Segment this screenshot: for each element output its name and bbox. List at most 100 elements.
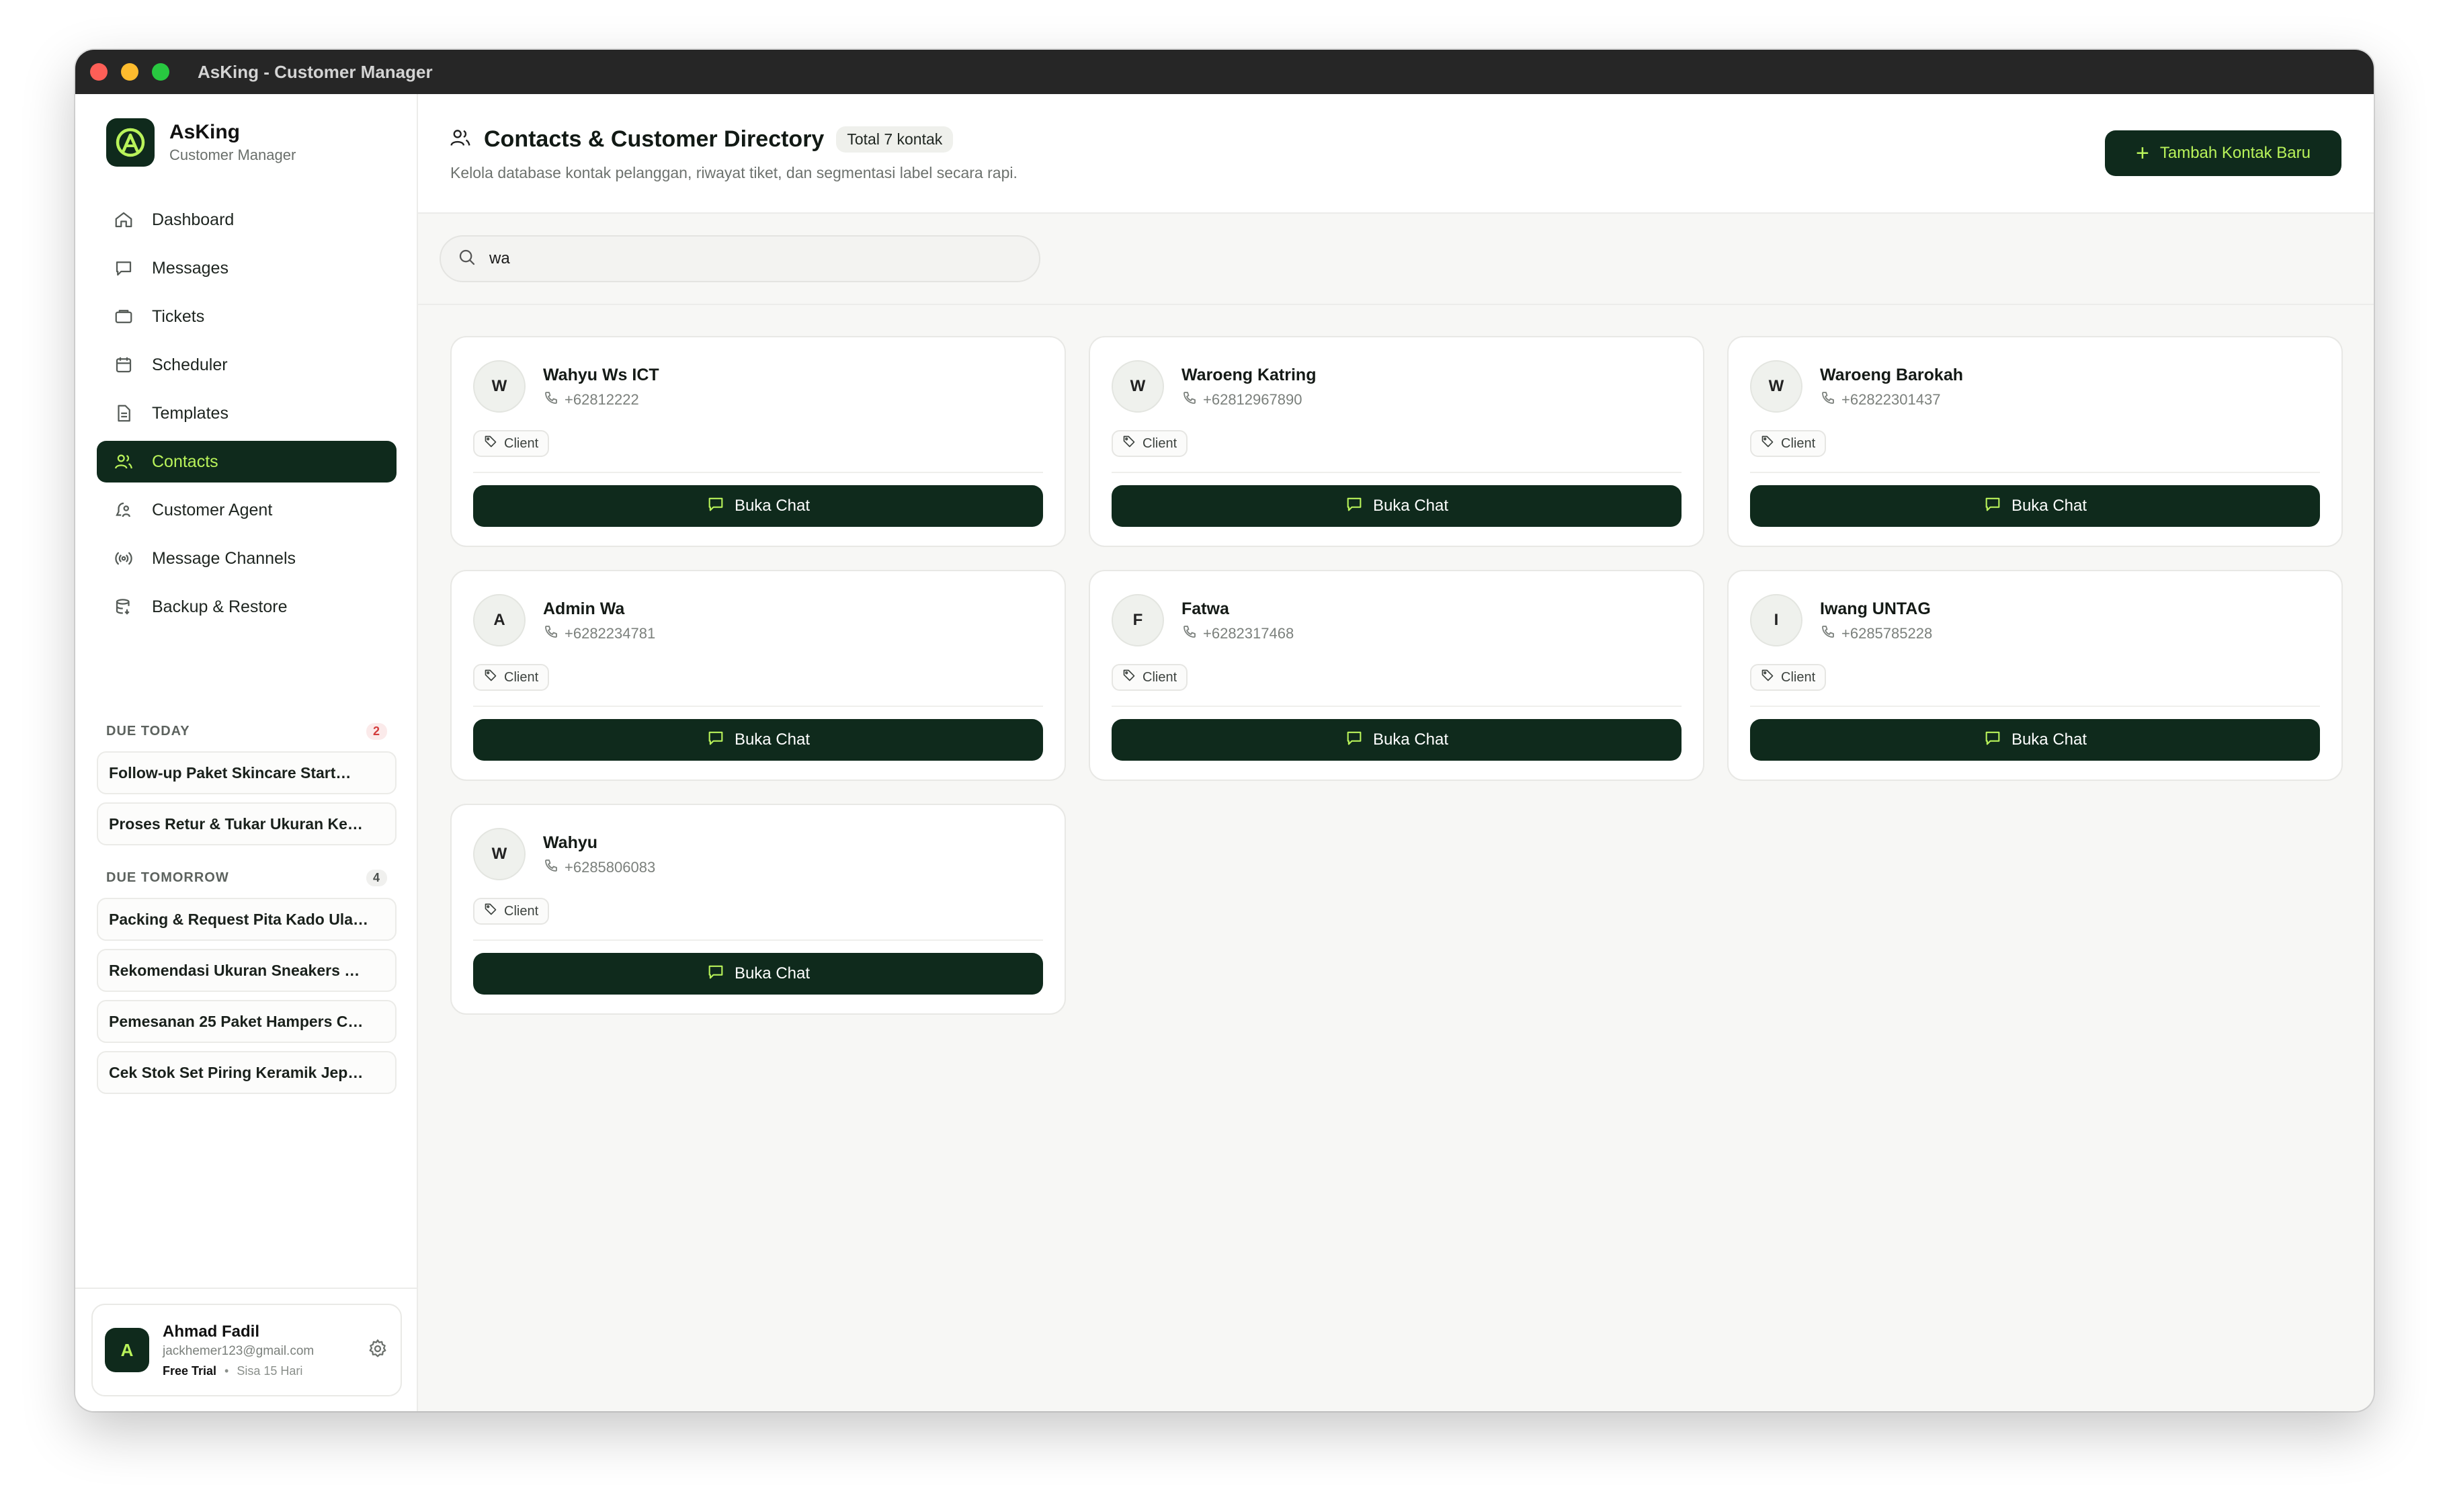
users-icon [113,451,134,472]
due-task-item[interactable]: Packing & Request Pita Kado Ula… [97,898,397,941]
contact-phone: +62812967890 [1203,391,1302,408]
sidebar-item-templates[interactable]: Templates [97,392,397,434]
tag-icon [1761,435,1781,452]
database-icon [113,596,134,618]
open-chat-button[interactable]: Buka Chat [473,719,1043,761]
chat-icon [1345,728,1373,752]
open-chat-button[interactable]: Buka Chat [473,485,1043,527]
contact-phone: +6285785228 [1841,625,1933,642]
sidebar-item-customer-agent[interactable]: Customer Agent [97,489,397,531]
open-chat-button[interactable]: Buka Chat [1112,485,1682,527]
contact-card: A Admin Wa +6282234781 Client Buka Chat [450,570,1066,781]
home-icon [113,209,134,230]
sidebar-item-message-channels[interactable]: Message Channels [97,538,397,579]
contact-phone: +6282234781 [565,625,656,642]
users-icon [449,126,472,153]
profile-email: jackhemer123@gmail.com [163,1343,315,1358]
phone-icon [543,624,565,644]
contact-name: Admin Wa [543,599,625,618]
contact-tag: Client [1112,430,1188,457]
sidebar-divider [75,1288,417,1289]
contact-card: W Waroeng Barokah +62822301437 Client Bu… [1727,336,2343,547]
search-toolbar: wa [418,214,2374,305]
window-controls [90,63,169,81]
contact-card: F Fatwa +6282317468 Client Buka Chat [1089,570,1704,781]
tag-icon [484,902,504,920]
due-task-item[interactable]: Pemesanan 25 Paket Hampers C… [97,1000,397,1043]
sidebar-item-label: Message Channels [152,548,296,568]
due-tomorrow-count: 4 [366,869,387,886]
contact-tag: Client [1750,664,1827,691]
contact-tag: Client [473,664,550,691]
user-profile-card[interactable]: A Ahmad Fadil jackhemer123@gmail.com Fre… [91,1304,402,1396]
search-icon [457,247,477,271]
contact-phone: +6285806083 [565,859,656,876]
chat-icon [706,962,735,986]
search-value: wa [489,249,510,267]
sidebar-item-messages[interactable]: Messages [97,247,397,289]
due-tomorrow-label: DUE TOMORROW [106,870,229,885]
tag-icon [484,435,504,452]
contact-phone: +62812222 [565,391,639,408]
due-task-item[interactable]: Rekomendasi Ukuran Sneakers … [97,949,397,992]
tag-icon [1761,669,1781,686]
contact-card: I Iwang UNTAG +6285785228 Client Buka Ch… [1727,570,2343,781]
gear-icon[interactable] [367,1338,388,1363]
page-title: Contacts & Customer Directory [484,126,825,152]
contact-tag: Client [1112,664,1188,691]
phone-icon [1820,390,1841,410]
contact-phone: +62822301437 [1841,391,1941,408]
contact-card: W Wahyu Ws ICT +62812222 Client Buka Cha… [450,336,1066,547]
minimize-window-button[interactable] [121,63,138,81]
maximize-window-button[interactable] [152,63,169,81]
chat-icon [706,728,735,752]
title-bar: AsKing - Customer Manager [75,50,2374,94]
brand-subtitle: Customer Manager [169,146,296,163]
page-header: Contacts & Customer Directory Total 7 ko… [418,94,2374,214]
agent-icon [113,499,134,521]
contact-name: Fatwa [1181,599,1229,618]
plan-label: Free Trial [163,1363,217,1378]
window-title: AsKing - Customer Manager [198,61,433,82]
message-icon [113,257,134,279]
sidebar-item-scheduler[interactable]: Scheduler [97,344,397,386]
due-task-item[interactable]: Cek Stok Set Piring Keramik Jep… [97,1051,397,1094]
sidebar-item-backup-restore[interactable]: Backup & Restore [97,586,397,628]
contact-name: Waroeng Barokah [1820,366,1964,384]
close-window-button[interactable] [90,63,108,81]
due-task-item[interactable]: Proses Retur & Tukar Ukuran Ke… [97,802,397,845]
add-contact-button[interactable]: + Tambah Kontak Baru [2105,130,2341,176]
ticket-icon [113,306,134,327]
profile-name: Ahmad Fadil [163,1322,260,1341]
sidebar: AsKing Customer Manager Dashboard Messag… [75,94,418,1411]
plan-remaining: Sisa 15 Hari [237,1363,303,1378]
contact-phone: +6282317468 [1203,625,1294,642]
phone-icon [1820,624,1841,644]
due-today-section: DUE TODAY 2 Follow-up Paket Skincare Sta… [97,719,397,845]
app-window: AsKing - Customer Manager AsKing Custome… [75,50,2374,1411]
open-chat-button[interactable]: Buka Chat [1750,485,2320,527]
open-chat-button[interactable]: Buka Chat [473,953,1043,995]
open-chat-button[interactable]: Buka Chat [1112,719,1682,761]
broadcast-icon [113,548,134,569]
contact-name: Wahyu Ws ICT [543,366,659,384]
open-chat-button[interactable]: Buka Chat [1750,719,2320,761]
contact-name: Wahyu [543,833,598,852]
tag-icon [1122,669,1143,686]
contact-count-badge: Total 7 kontak [836,126,954,153]
contact-card: W Waroeng Katring +62812967890 Client Bu… [1089,336,1704,547]
phone-icon [1181,390,1203,410]
sidebar-item-contacts[interactable]: Contacts [97,441,397,482]
contact-avatar: F [1112,594,1164,646]
sidebar-item-label: Scheduler [152,355,228,374]
contact-tag: Client [473,898,550,925]
due-task-item[interactable]: Follow-up Paket Skincare Start… [97,751,397,794]
contact-tag: Client [473,430,550,457]
due-today-count: 2 [366,722,387,740]
phone-icon [1181,624,1203,644]
tag-icon [484,669,504,686]
sidebar-item-tickets[interactable]: Tickets [97,296,397,337]
sidebar-item-dashboard[interactable]: Dashboard [97,199,397,241]
contact-name: Iwang UNTAG [1820,599,1931,618]
search-input[interactable]: wa [440,235,1040,282]
